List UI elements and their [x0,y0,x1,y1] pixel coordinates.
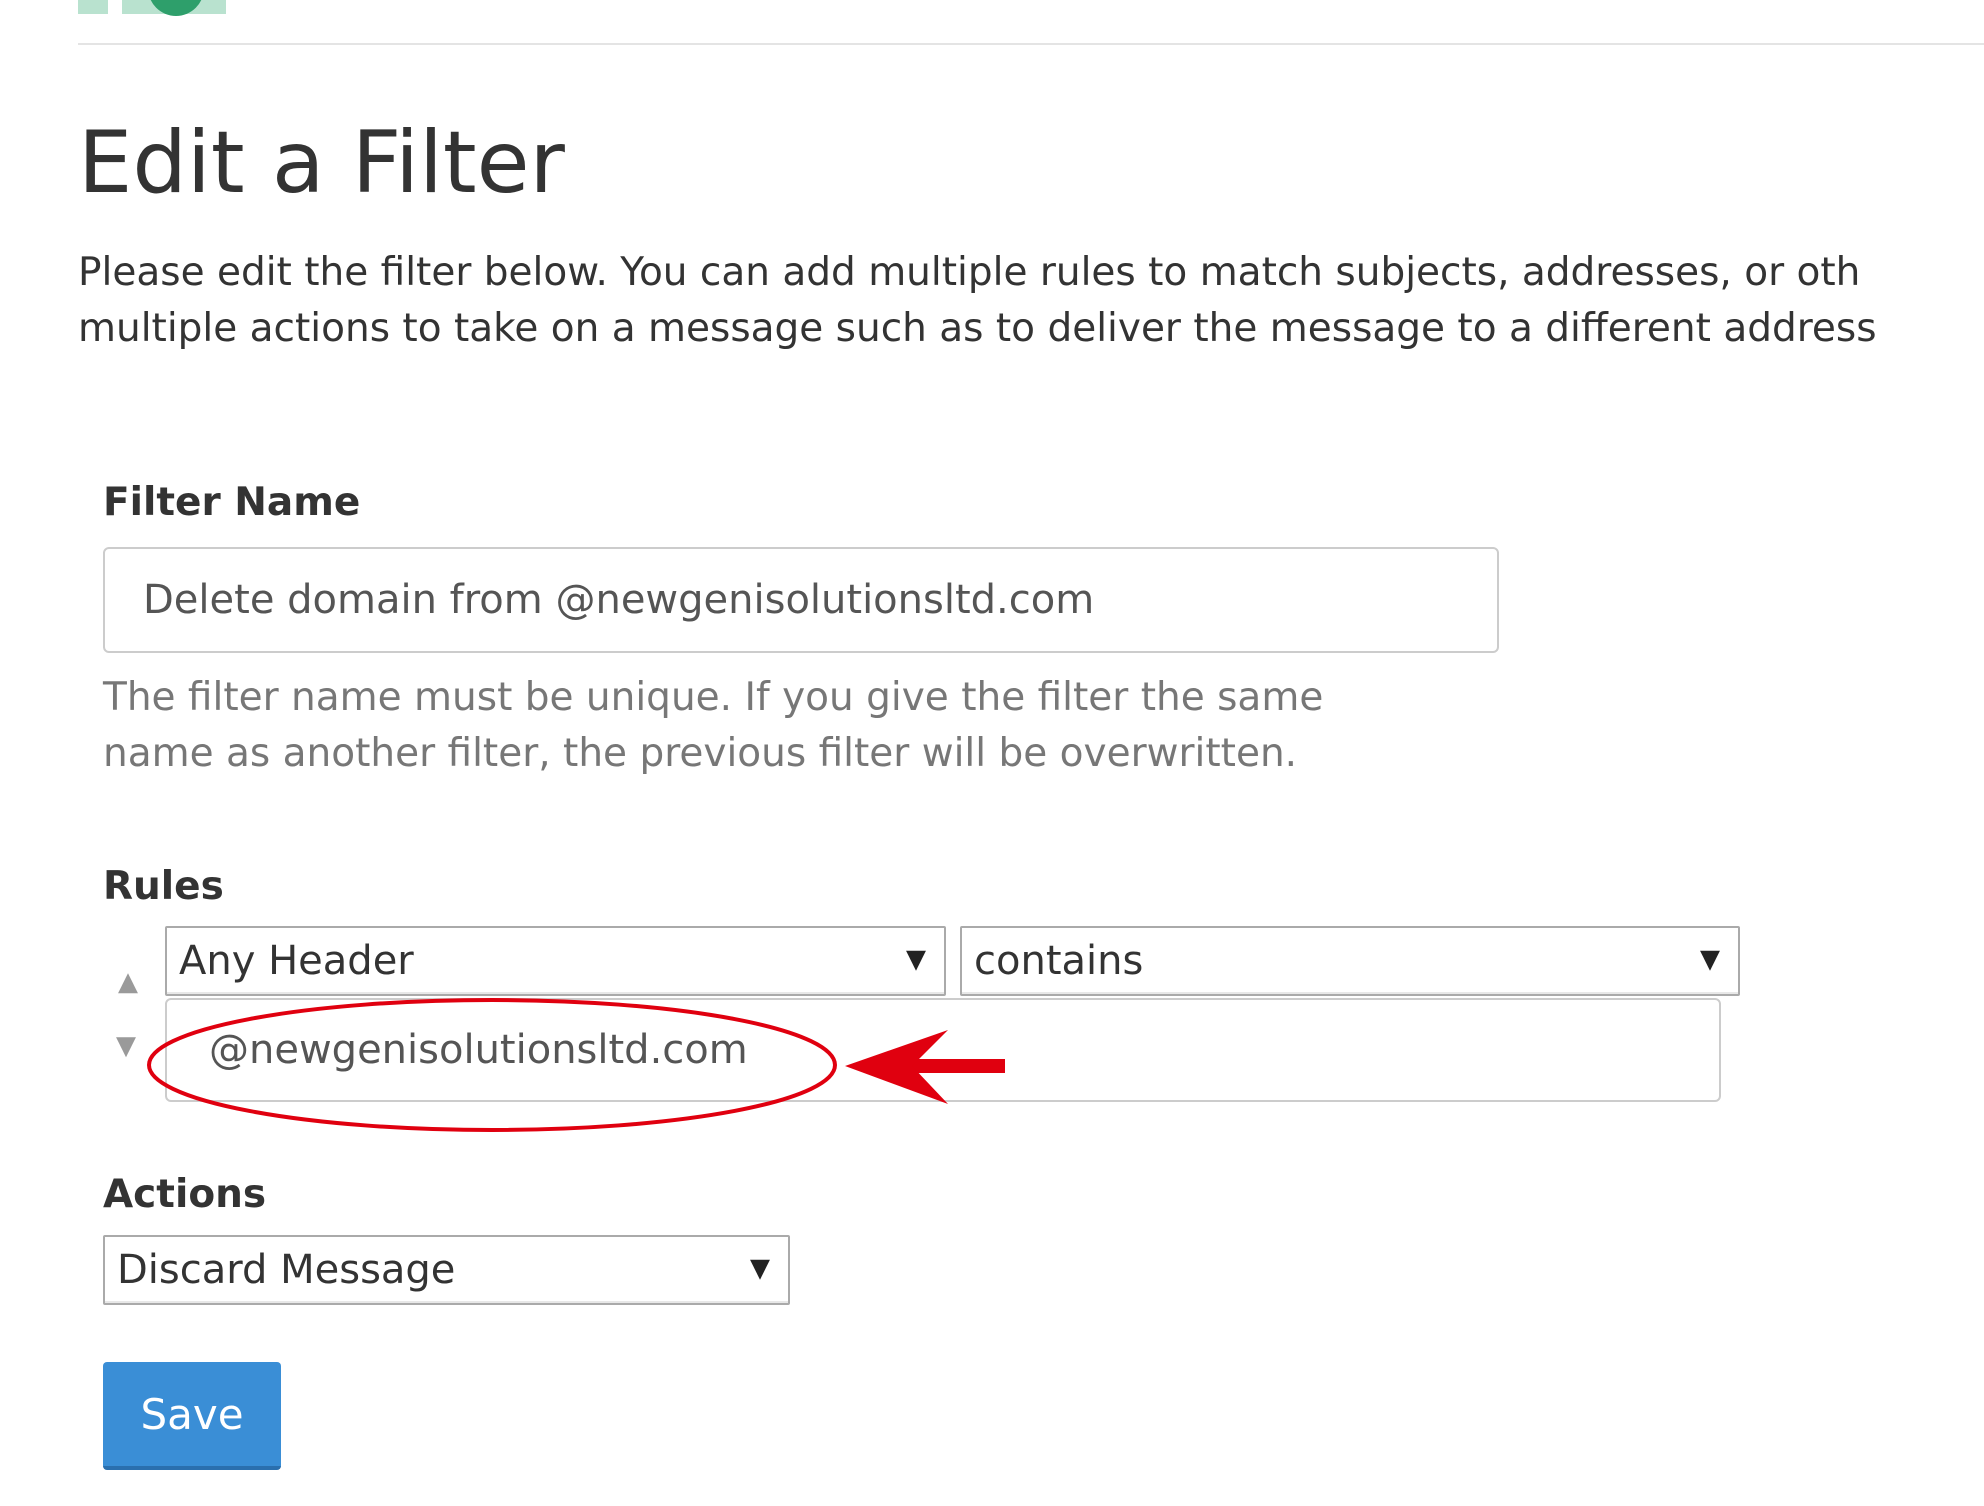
triangle-up-icon: ▲ [118,967,138,997]
help-line: The filter name must be unique. If you g… [103,675,1324,720]
filter-name-value: Delete domain from @newgenisolutionsltd.… [143,577,1095,623]
description-line: Please edit the filter below. You can ad… [78,250,1861,295]
rule-value-input[interactable]: @newgenisolutionsltd.com [165,998,1721,1102]
triangle-down-icon: ▼ [116,1031,136,1061]
rule-header-value: Any Header [179,938,414,984]
description-line: multiple actions to take on a message su… [78,306,1877,351]
caret-down-icon: ▼ [906,944,926,975]
filter-name-input[interactable]: Delete domain from @newgenisolutionsltd.… [103,547,1499,653]
filter-name-help: The filter name must be unique. If you g… [103,670,1323,782]
move-rule-down-button[interactable]: ▼ [108,1031,144,1061]
page-title: Edit a Filter [78,113,565,213]
action-select-value: Discard Message [117,1247,456,1293]
caret-down-icon: ▼ [750,1253,770,1284]
rules-label: Rules [103,864,224,909]
help-line: name as another filter, the previous fil… [103,731,1298,776]
save-button[interactable]: Save [103,1362,281,1470]
page-description: Please edit the filter below. You can ad… [78,245,1984,357]
header-divider [78,43,1984,45]
rule-header-select[interactable]: Any Header ▼ [165,926,946,996]
rule-value-text: @newgenisolutionsltd.com [209,1027,748,1073]
filter-name-label: Filter Name [103,480,361,525]
rule-match-value: contains [974,938,1144,984]
move-rule-up-button[interactable]: ▲ [110,967,146,997]
rule-match-select[interactable]: contains ▼ [960,926,1740,996]
action-select[interactable]: Discard Message ▼ [103,1235,790,1305]
caret-down-icon: ▼ [1700,944,1720,975]
actions-label: Actions [103,1172,267,1217]
site-logo [78,0,226,16]
